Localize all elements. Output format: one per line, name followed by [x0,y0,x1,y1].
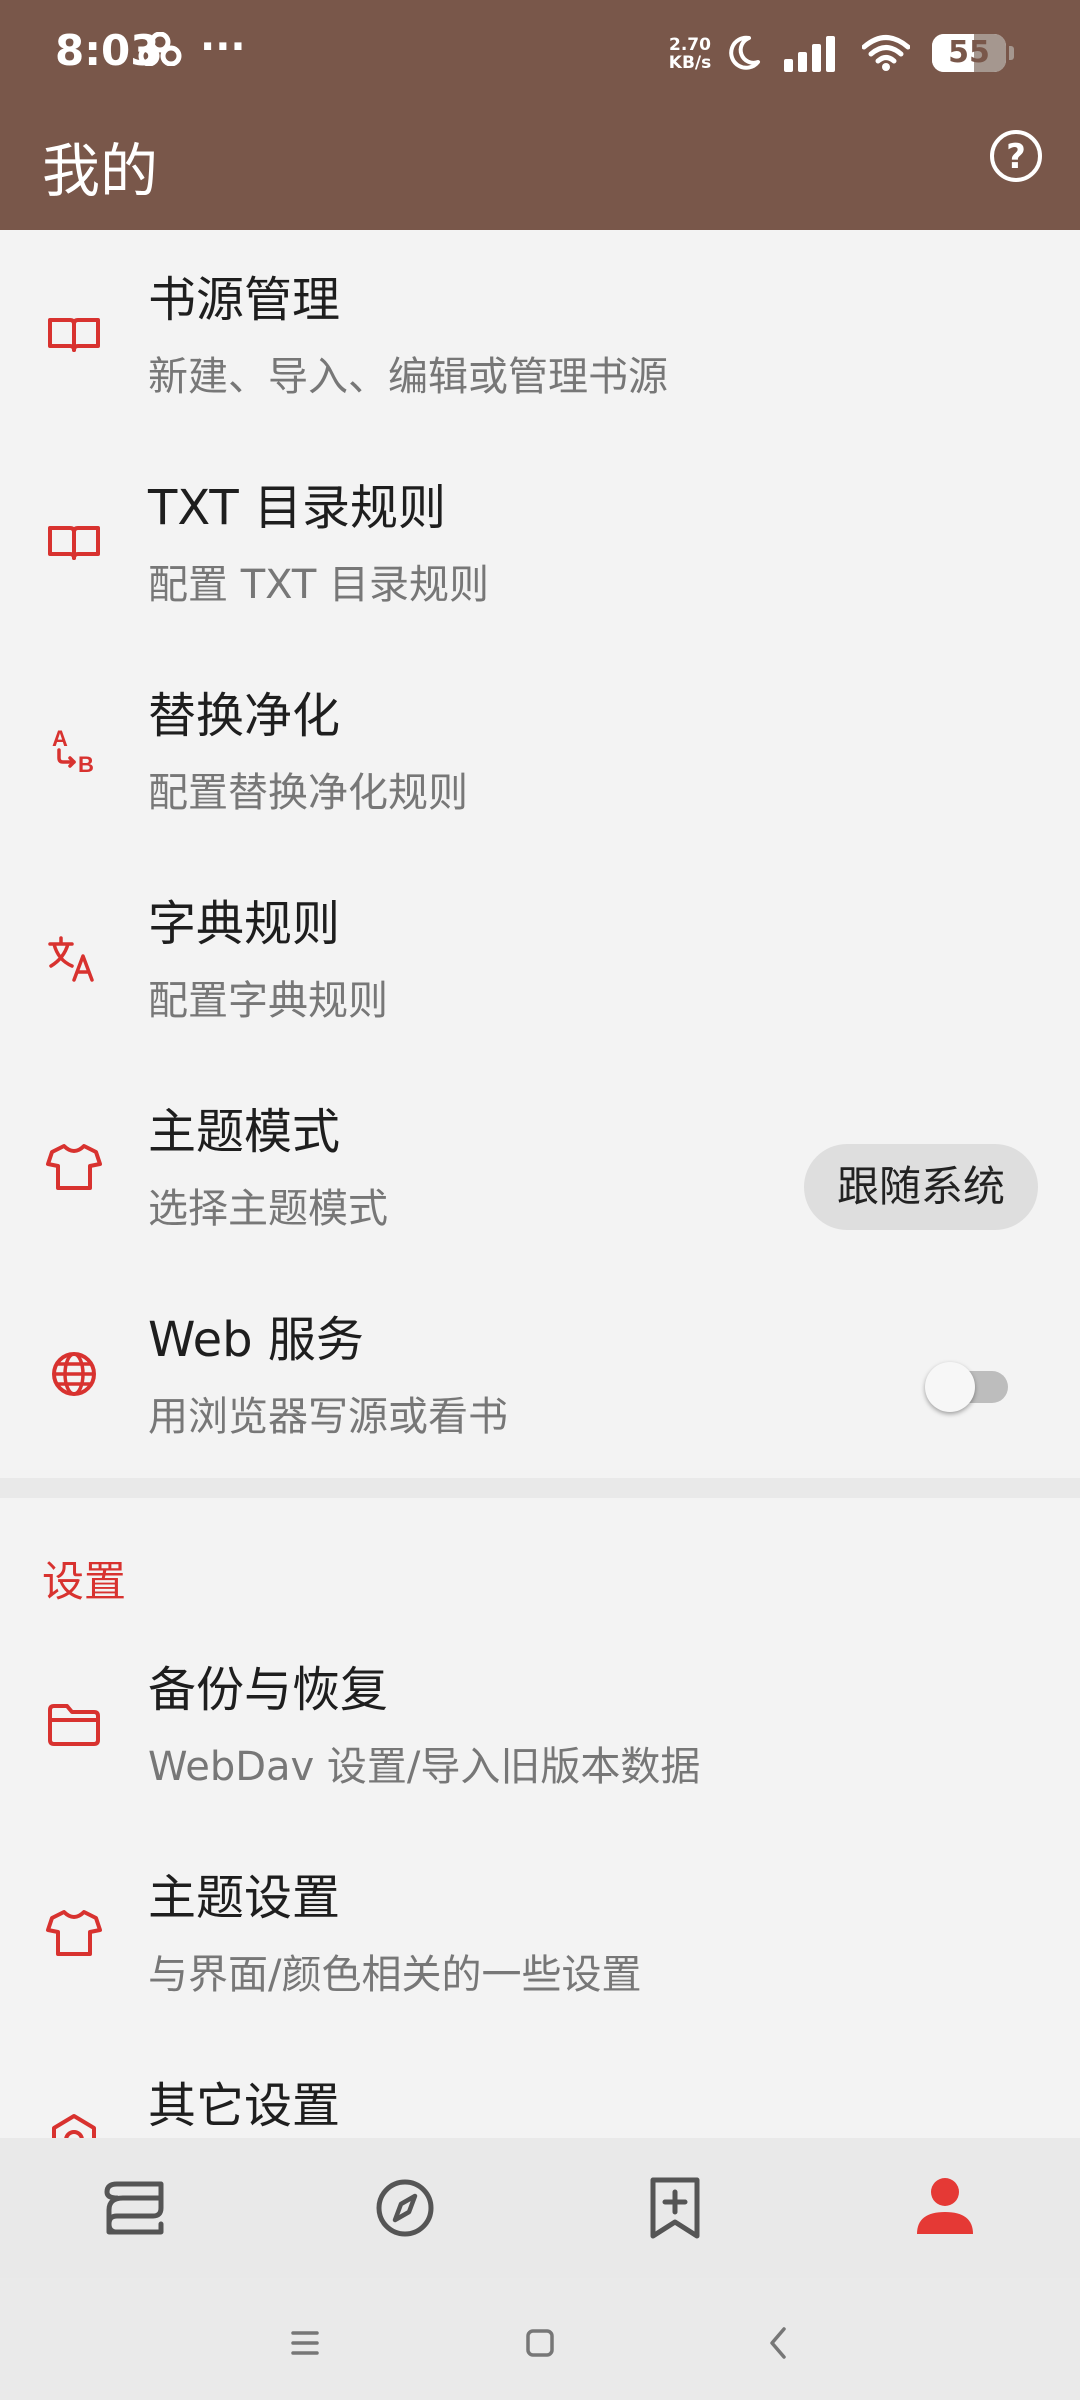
translate-icon [48,936,94,982]
globe-icon [52,1352,96,1396]
list-item-txt-toc-rules[interactable]: TXT 目录规则 配置 TXT 目录规则 [0,438,1080,646]
item-title: 书源管理 [148,272,341,328]
item-summary: 与界面/颜色相关的一些设置 [148,1952,642,1998]
shirt-icon [46,1910,102,1956]
status-bar: 8:03 ··· 2.70 KB/s 55 [0,0,1080,110]
nav-tab-my[interactable] [905,2168,985,2248]
list-item-other-settings[interactable]: 其它设置 [0,2036,1080,2138]
item-title: 备份与恢复 [148,1662,389,1718]
my-page-list: 书源管理 新建、导入、编辑或管理书源 TXT 目录规则 配置 TXT 目录规则 … [0,230,1080,2138]
item-title: 替换净化 [148,688,341,744]
item-title: TXT 目录规则 [148,480,446,536]
item-summary: WebDav 设置/导入旧版本数据 [148,1744,701,1790]
list-item-web-service[interactable]: Web 服务 用浏览器写源或看书 [0,1270,1080,1478]
system-navigation-bar [0,2278,1080,2400]
page-title: 我的 [42,137,159,205]
app-notification-icon [138,32,182,66]
shirt-icon [46,1144,102,1190]
nav-tab-explore[interactable] [365,2168,445,2248]
nav-tab-rss[interactable] [635,2168,715,2248]
web-service-toggle[interactable] [925,1362,1008,1412]
app-bar: 8:03 ··· 2.70 KB/s 55 我的 ? [0,0,1080,230]
more-notifications-icon: ··· [200,24,246,70]
wifi-icon [862,35,910,71]
list-item-replace-rules[interactable]: A B 替换净化 配置替换净化规则 [0,646,1080,854]
menu-icon[interactable] [275,2313,335,2373]
network-speed-unit: KB/s [668,53,712,73]
item-title: 主题设置 [148,1870,341,1926]
item-title: Web 服务 [148,1312,364,1368]
section-divider [0,1478,1080,1498]
item-title: 主题模式 [148,1104,341,1160]
theme-mode-value-button[interactable]: 跟随系统 [803,1144,1038,1230]
bookmark-add-icon [650,2177,700,2239]
list-item-dictionary-rules[interactable]: 字典规则 配置字典规则 [0,854,1080,1062]
item-summary: 配置字典规则 [148,978,388,1024]
network-speed-value: 2.70 [669,35,711,55]
battery-indicator: 55 [932,34,1014,72]
list-item-book-source[interactable]: 书源管理 新建、导入、编辑或管理书源 [0,230,1080,438]
item-title: 字典规则 [148,896,341,952]
list-item-theme-mode[interactable]: 主题模式 选择主题模式 跟随系统 [0,1062,1080,1270]
help-circle-icon: ? [1006,137,1026,177]
list-item-backup-restore[interactable]: 备份与恢复 WebDav 设置/导入旧版本数据 [0,1620,1080,1828]
nav-tab-bookshelf[interactable] [95,2168,175,2248]
item-summary: 用浏览器写源或看书 [148,1394,508,1440]
bookshelf-icon [104,2181,164,2235]
item-summary: 配置 TXT 目录规则 [148,562,489,608]
folder-icon [48,1704,100,1746]
item-summary: 新建、导入、编辑或管理书源 [148,354,668,400]
person-icon [917,2178,973,2234]
book-open-icon [48,526,100,560]
network-speed: 2.70 KB/s [660,36,720,72]
settings-icon [52,2114,96,2138]
svg-text:A: A [52,726,68,751]
cellular-signal-icon [784,36,835,72]
bottom-navigation [0,2138,1080,2278]
item-summary: 配置替换净化规则 [148,770,468,816]
home-icon[interactable] [510,2313,570,2373]
item-summary: 选择主题模式 [148,1186,388,1232]
back-icon[interactable] [748,2313,808,2373]
svg-text:B: B [78,752,94,777]
help-button[interactable]: ? [990,130,1042,182]
moon-icon [729,35,760,70]
replace-ab-icon: A B [52,726,94,777]
list-item-theme-settings[interactable]: 主题设置 与界面/颜色相关的一些设置 [0,1828,1080,2036]
book-open-icon [48,318,100,352]
compass-icon [376,2179,434,2237]
battery-level: 55 [948,35,990,70]
item-title: 其它设置 [148,2078,341,2134]
section-title-settings: 设置 [42,1557,127,1606]
